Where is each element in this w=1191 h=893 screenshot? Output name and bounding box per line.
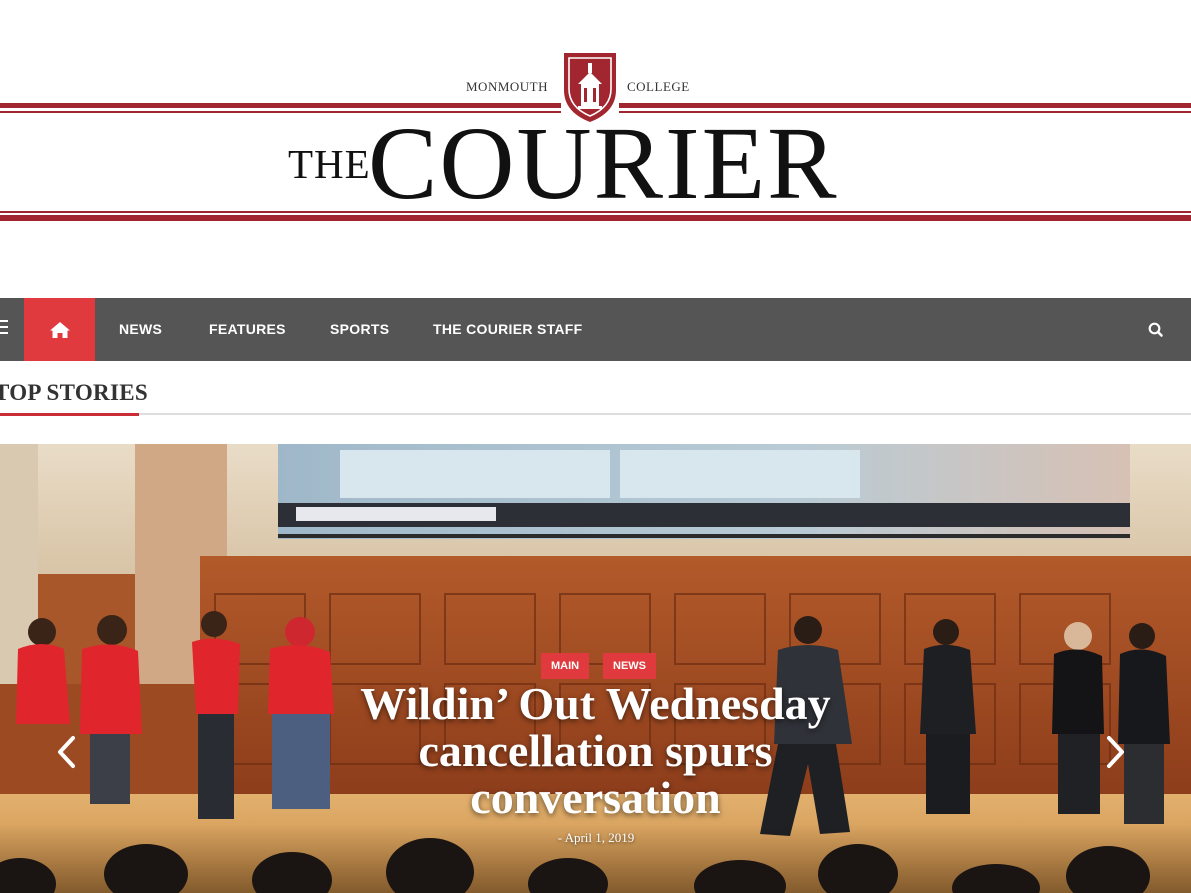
nav-item-sports[interactable]: SPORTS xyxy=(330,298,389,361)
main-navigation: NEWS FEATURES SPORTS THE COURIER STAFF xyxy=(0,298,1191,361)
category-badge-main[interactable]: MAIN xyxy=(541,653,590,679)
featured-story-date: - April 1, 2019 xyxy=(557,830,635,845)
section-divider-accent xyxy=(0,413,139,416)
chevron-right-icon[interactable] xyxy=(1102,734,1128,770)
hamburger-menu-icon[interactable] xyxy=(0,320,10,336)
featured-story-headline[interactable]: Wildin’ Out Wednesday cancellation spurs… xyxy=(290,680,901,821)
section-divider xyxy=(0,413,1191,415)
masthead-label-right: COLLEGE xyxy=(627,79,690,94)
site-title-courier[interactable]: COURIER xyxy=(368,112,838,216)
top-story-slider[interactable]: MAIN NEWS Wildin’ Out Wednesday cancella… xyxy=(0,444,1191,893)
featured-story-photo xyxy=(0,444,1191,893)
nav-item-courier-staff[interactable]: THE COURIER STAFF xyxy=(433,298,583,361)
nav-item-news[interactable]: NEWS xyxy=(119,298,162,361)
home-icon xyxy=(49,321,70,338)
site-title-the[interactable]: THE xyxy=(288,140,371,188)
category-badge-news[interactable]: NEWS xyxy=(603,653,656,679)
masthead: MONMOUTH COLLEGE THE COURIER xyxy=(0,0,1191,298)
nav-item-features[interactable]: FEATURES xyxy=(209,298,286,361)
masthead-label-left: MONMOUTH xyxy=(466,79,548,94)
home-button[interactable] xyxy=(24,298,95,361)
section-title-top-stories: TOP STORIES xyxy=(0,380,148,405)
search-icon[interactable] xyxy=(1146,320,1166,340)
chevron-left-icon[interactable] xyxy=(54,734,80,770)
